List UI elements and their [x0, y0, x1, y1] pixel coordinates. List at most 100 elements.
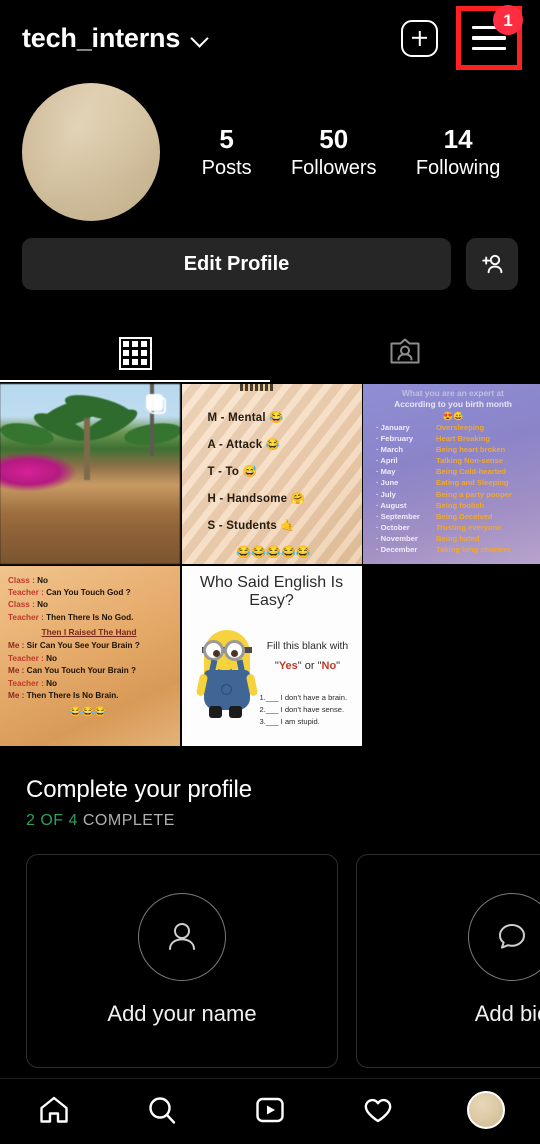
month-trait: Being Deceived — [436, 511, 493, 521]
maths-line-3: T - To 😅 — [207, 466, 258, 478]
plus-square-icon — [401, 19, 438, 57]
home-icon — [40, 1096, 68, 1123]
joke-line: Teacher : No — [8, 653, 180, 665]
joke-speaker: Teacher : — [8, 587, 47, 597]
nav-reels[interactable] — [216, 1087, 324, 1133]
profile-tabs — [0, 324, 540, 382]
joke-speaker: Me : — [8, 666, 27, 676]
tab-tagged[interactable] — [270, 324, 540, 382]
app-header: tech_interns 1 — [0, 0, 540, 76]
nav-activity[interactable] — [324, 1087, 432, 1133]
month-trait: Oversleeping — [436, 423, 485, 433]
birth-month-row: · November Being hated — [363, 533, 540, 544]
stat-posts[interactable]: 5 Posts — [202, 123, 252, 182]
active-tab-underline — [0, 379, 270, 382]
joke-line: Teacher : Then There Is No God. — [8, 612, 180, 624]
post-english-easy[interactable]: Who Said English Is Easy? Fill this blan… — [181, 565, 362, 746]
maths-decor-bar — [239, 384, 274, 391]
birth-month-row: · May Being Cold-hearted — [363, 466, 540, 477]
joke-line: Teacher : No — [8, 678, 180, 690]
joke-speaker: Teacher : — [8, 678, 47, 688]
add-bio-card[interactable]: Add bio — [356, 853, 540, 1068]
stat-following[interactable]: 14 Following — [416, 123, 500, 182]
profile-avatar-icon — [467, 1091, 505, 1129]
month-trait: Being foolish — [436, 500, 485, 510]
menu-notification-badge: 1 — [493, 5, 523, 35]
followers-count: 50 — [319, 123, 349, 154]
add-your-name-card[interactable]: Add your name — [26, 853, 338, 1068]
joke-speaker: Me : — [8, 691, 27, 701]
minion-character-icon — [195, 629, 258, 732]
month-name: · September — [376, 511, 420, 521]
post-grid-empty-cell — [363, 565, 540, 746]
nav-home[interactable] — [0, 1087, 108, 1133]
birth-month-row: · April Talking Non-sense — [363, 455, 540, 466]
joke-text: Then There Is No God. — [46, 612, 134, 622]
followers-label: Followers — [290, 157, 377, 180]
following-label: Following — [415, 157, 501, 180]
create-post-button[interactable] — [401, 19, 438, 57]
joke-text: Can You Touch God ? — [46, 587, 131, 597]
menu-button-highlight[interactable]: 1 — [456, 5, 523, 70]
posts-count: 5 — [219, 123, 234, 154]
joke-line: Me : Sir Can You See Your Brain ? — [8, 640, 180, 652]
complete-profile-cards: Add your name Add bio — [0, 830, 540, 1068]
english-title: Who Said English Is Easy? — [199, 573, 344, 609]
month-trait: Heart Breaking — [436, 434, 491, 444]
quote-close-2: " — [336, 660, 341, 673]
person-outline-icon — [138, 892, 226, 981]
post-teacher-joke[interactable]: Class : No Teacher : Can You Touch God ?… — [0, 565, 180, 746]
add-person-icon — [482, 254, 503, 274]
add-your-name-label: Add your name — [107, 1000, 257, 1026]
add-bio-label: Add bio — [474, 1000, 540, 1026]
edit-profile-button[interactable]: Edit Profile — [22, 238, 451, 290]
joke-text: No — [46, 678, 57, 688]
joke-text: Can You Touch Your Brain ? — [26, 666, 136, 676]
joke-line: Teacher : Can You Touch God ? — [8, 587, 180, 599]
stat-followers[interactable]: 50 Followers — [291, 123, 377, 182]
progress-count: 2 OF 4 — [26, 811, 78, 829]
joke-line: Me : Can You Touch Your Brain ? — [8, 665, 180, 677]
month-name: · December — [376, 544, 418, 554]
birth-month-row: · August Being foolish — [363, 500, 540, 511]
avatar[interactable] — [22, 83, 160, 221]
nav-profile[interactable] — [432, 1087, 540, 1133]
birth-month-row: · January Oversleeping — [363, 422, 540, 433]
birth-month-row: · March Being heart broken — [363, 444, 540, 455]
post-tropical-photo[interactable] — [0, 384, 180, 564]
username-dropdown[interactable]: tech_interns — [22, 23, 208, 54]
joke-text: No — [37, 575, 49, 585]
month-name: · February — [376, 434, 414, 444]
profile-action-buttons: Edit Profile — [0, 216, 540, 290]
search-icon — [149, 1097, 176, 1124]
posts-label: Posts — [201, 157, 252, 180]
or-word: or — [304, 660, 315, 673]
following-count: 14 — [443, 123, 473, 154]
discover-people-button[interactable] — [466, 238, 518, 290]
maths-line-5: S - Students 🤙 — [207, 520, 295, 532]
maths-emojis: 😂😂😂😂😂 — [236, 545, 311, 559]
reels-icon — [256, 1097, 284, 1123]
quote-close: " — [297, 660, 302, 673]
month-name: · May — [376, 467, 396, 477]
joke-text: No — [37, 600, 49, 610]
joke-speaker: Teacher : — [8, 653, 47, 663]
post-birth-month[interactable]: What you are an expert at According to y… — [363, 384, 540, 564]
joke-line: Class : No — [8, 575, 180, 587]
month-name: · March — [376, 445, 404, 455]
complete-profile-section: Complete your profile 2 OF 4 COMPLETE — [0, 746, 540, 830]
header-actions: 1 — [401, 5, 523, 70]
post-maths-acronym[interactable]: M - Mental 😂 A - Attack 😂 T - To 😅 H - H… — [182, 384, 362, 564]
maths-line-2: A - Attack 😂 — [207, 439, 281, 451]
birth-month-row: · October Trusting everyone — [363, 522, 540, 533]
maths-line-4: H - Handsome 🤗 — [207, 493, 306, 505]
month-name: · June — [376, 478, 399, 488]
english-blank-3: 3.___ I am stupid. — [259, 717, 320, 727]
profile-summary: 5 Posts 50 Followers 14 Following — [0, 76, 540, 221]
birth-month-header-line1: What you are an expert at — [402, 388, 504, 398]
tab-grid[interactable] — [0, 324, 270, 382]
month-trait: Trusting everyone — [436, 522, 502, 532]
nav-search[interactable] — [108, 1087, 216, 1133]
month-trait: Being hated — [436, 533, 480, 543]
instagram-profile-screen: tech_interns 1 5 Posts 50 Followers 14 F… — [0, 0, 540, 1144]
